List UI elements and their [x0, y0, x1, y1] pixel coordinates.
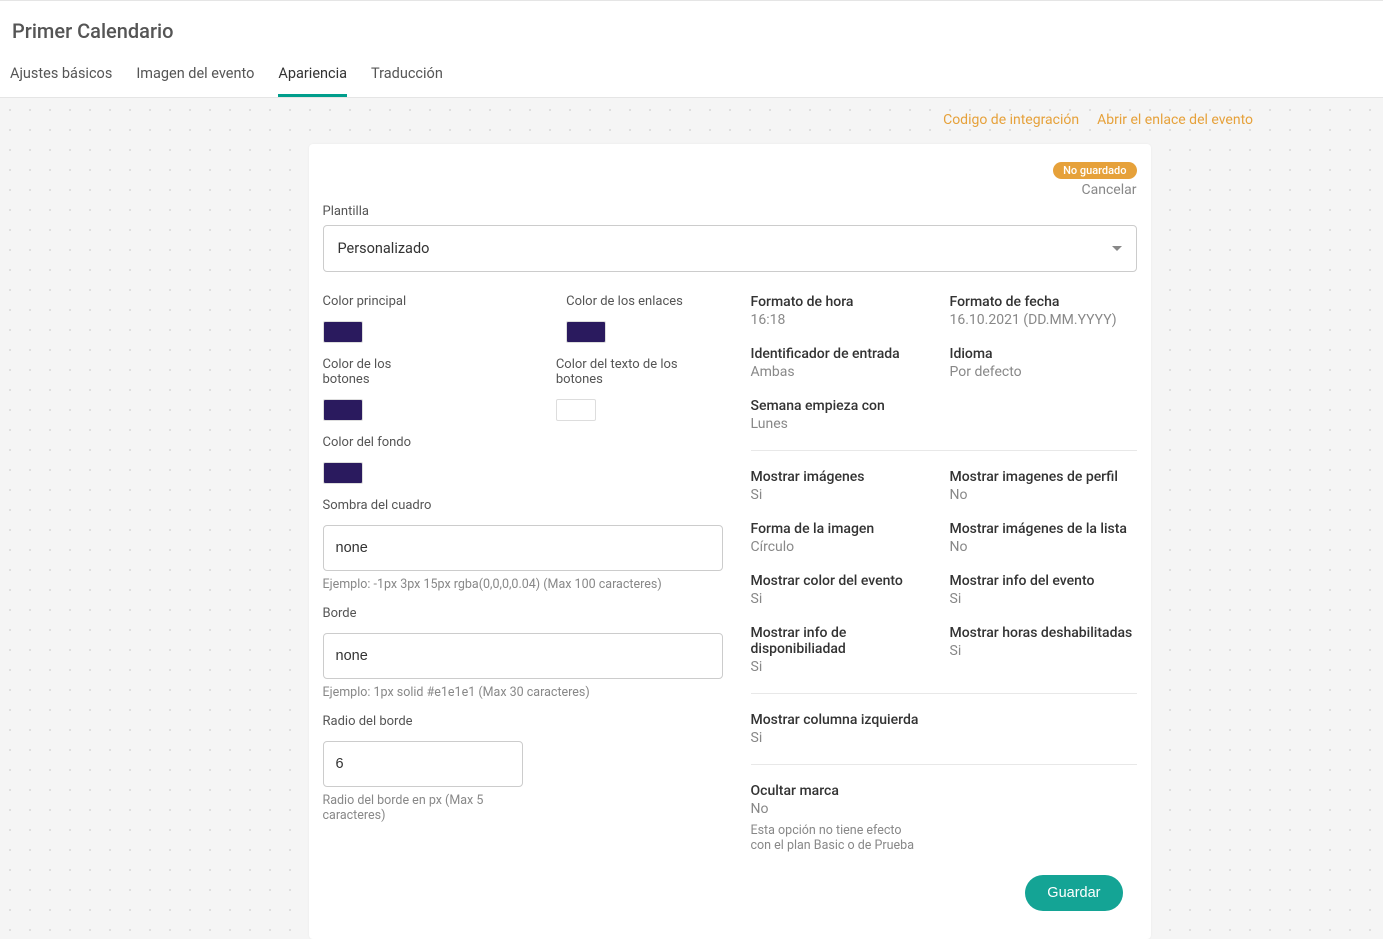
- kv-language[interactable]: Idioma Por defecto: [950, 346, 1137, 380]
- border-label: Borde: [323, 606, 723, 621]
- template-label: Plantilla: [323, 204, 1137, 219]
- kv-image-shape[interactable]: Forma de la imagen Círculo: [751, 521, 938, 555]
- cancel-button[interactable]: Cancelar: [309, 182, 1137, 198]
- kv-time-format[interactable]: Formato de hora 16:18: [751, 294, 938, 328]
- template-select[interactable]: Personalizado: [323, 225, 1137, 272]
- color-background-label: Color del fondo: [323, 435, 723, 450]
- tabs: Ajustes básicos Imagen del evento Aparie…: [10, 57, 1373, 97]
- kv-hide-brand[interactable]: Ocultar marca No Esta opción no tiene ef…: [751, 783, 1137, 853]
- kv-show-images[interactable]: Mostrar imágenes Si: [751, 469, 938, 503]
- box-shadow-label: Sombra del cuadro: [323, 498, 723, 513]
- color-links-swatch[interactable]: [566, 321, 606, 343]
- kv-show-event-info[interactable]: Mostrar info del evento Si: [950, 573, 1137, 607]
- kv-show-list-images[interactable]: Mostrar imágenes de la lista No: [950, 521, 1137, 555]
- divider: [751, 693, 1137, 694]
- tab-apariencia[interactable]: Apariencia: [278, 57, 347, 97]
- color-main-swatch[interactable]: [323, 321, 363, 343]
- color-background-swatch[interactable]: [323, 462, 363, 484]
- color-main-label: Color principal: [323, 294, 407, 309]
- color-buttons-label: Color de los botones: [323, 357, 438, 387]
- kv-show-profile[interactable]: Mostrar imagenes de perfil No: [950, 469, 1137, 503]
- tab-traduccion[interactable]: Traducción: [371, 57, 443, 97]
- kv-show-disabled[interactable]: Mostrar horas deshabilitadas Si: [950, 625, 1137, 675]
- border-radius-label: Radio del borde: [323, 714, 723, 729]
- status-badge: No guardado: [1053, 162, 1136, 179]
- color-button-text-label: Color del texto de los botones: [556, 357, 723, 387]
- page-title: Primer Calendario: [10, 1, 1373, 53]
- border-hint: Ejemplo: 1px solid #e1e1e1 (Max 30 carac…: [323, 685, 723, 700]
- divider: [751, 450, 1137, 451]
- kv-date-format[interactable]: Formato de fecha 16.10.2021 (DD.MM.YYYY): [950, 294, 1137, 328]
- link-open-event[interactable]: Abrir el enlace del evento: [1097, 112, 1253, 128]
- link-integration-code[interactable]: Codigo de integración: [943, 112, 1079, 128]
- chevron-down-icon: [1112, 246, 1122, 251]
- kv-week-start[interactable]: Semana empieza con Lunes: [751, 398, 938, 432]
- tab-imagen-del-evento[interactable]: Imagen del evento: [136, 57, 254, 97]
- border-input[interactable]: [323, 633, 723, 679]
- kv-show-event-color[interactable]: Mostrar color del evento Si: [751, 573, 938, 607]
- color-buttons-swatch[interactable]: [323, 399, 363, 421]
- kv-show-left-col[interactable]: Mostrar columna izquierda Si: [751, 712, 1137, 746]
- color-button-text-swatch[interactable]: [556, 399, 596, 421]
- border-radius-hint: Radio del borde en px (Max 5 caracteres): [323, 793, 493, 823]
- kv-entry-id[interactable]: Identificador de entrada Ambas: [751, 346, 938, 380]
- divider: [751, 764, 1137, 765]
- kv-show-avail[interactable]: Mostrar info de disponibiliadad Si: [751, 625, 938, 675]
- border-radius-input[interactable]: [323, 741, 523, 787]
- template-value: Personalizado: [338, 240, 430, 257]
- tab-ajustes-basicos[interactable]: Ajustes básicos: [10, 57, 112, 97]
- color-links-label: Color de los enlaces: [566, 294, 683, 309]
- box-shadow-hint: Ejemplo: -1px 3px 15px rgba(0,0,0,0.04) …: [323, 577, 723, 592]
- box-shadow-input[interactable]: [323, 525, 723, 571]
